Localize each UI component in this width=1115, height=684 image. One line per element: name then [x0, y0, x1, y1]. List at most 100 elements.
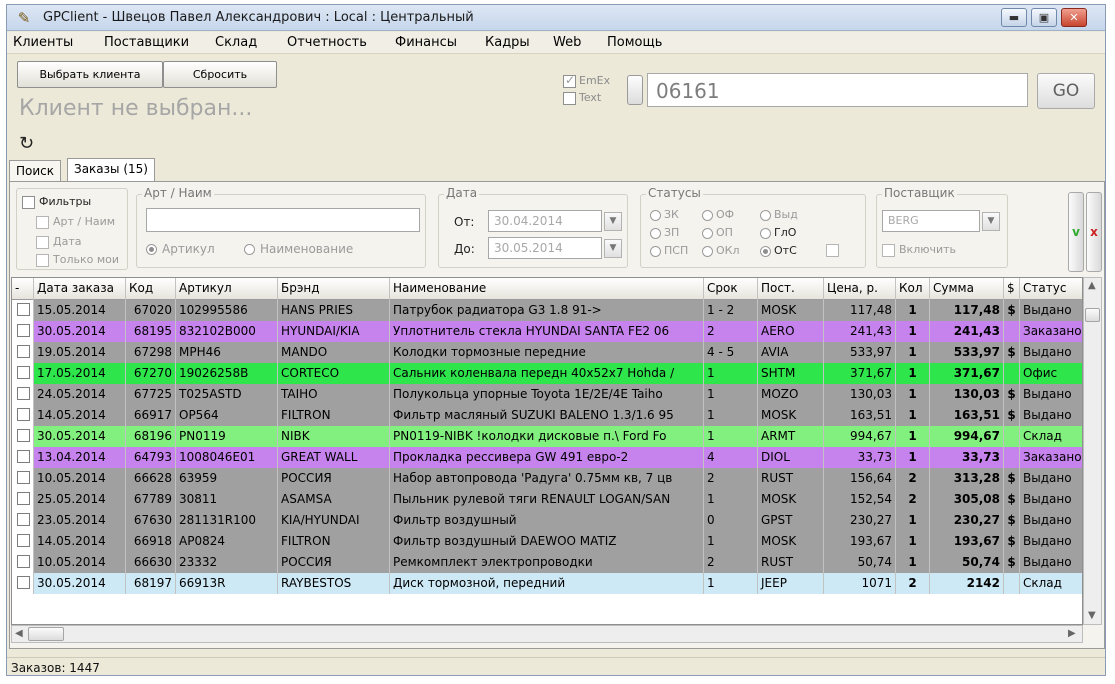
art-name-checkbox[interactable] [36, 216, 49, 229]
status-ots-radio[interactable] [760, 246, 771, 257]
table-row[interactable]: 10.05.2014 66630 23332 РОССИЯ Ремкомплект эл… [12, 552, 1082, 573]
menu-suppliers[interactable]: Поставщики [104, 35, 189, 50]
select-client-button[interactable]: Выбрать клиента [17, 61, 163, 88]
supplier-dropdown-icon[interactable]: ▼ [982, 212, 1000, 231]
menu-reports[interactable]: Отчетность [287, 35, 367, 50]
status-of-radio[interactable] [702, 210, 713, 221]
grid-horizontal-scrollbar[interactable]: ◀ ▶ [11, 625, 1083, 643]
table-row[interactable]: 17.05.2014 67270 19026258B CORTECO Сальник к… [12, 363, 1082, 384]
row-checkbox[interactable] [17, 429, 30, 442]
menu-web[interactable]: Web [553, 35, 581, 50]
emex-checkbox[interactable] [563, 73, 576, 88]
menu-help[interactable]: Помощь [607, 35, 662, 50]
filters-checkbox[interactable] [22, 196, 35, 209]
reset-button[interactable]: Сбросить [163, 61, 277, 88]
date-to-dropdown-icon[interactable]: ▼ [604, 239, 622, 258]
table-row[interactable]: 10.05.2014 66628 63959 РОССИЯ Набор автопров… [12, 468, 1082, 489]
status-op-radio[interactable] [702, 228, 713, 239]
search-input[interactable]: 06161 [647, 73, 1028, 107]
tab-orders[interactable]: Заказы (15) [67, 158, 155, 182]
row-checkbox[interactable] [17, 450, 30, 463]
name-radio[interactable] [244, 244, 255, 255]
status-okl-radio[interactable] [702, 246, 713, 257]
col-supplier[interactable]: Пост. [758, 278, 824, 300]
date-checkbox[interactable] [36, 236, 49, 249]
col-select[interactable]: - [12, 278, 34, 300]
menu-clients[interactable]: Клиенты [13, 35, 73, 50]
supplier-select[interactable]: BERG [882, 210, 980, 232]
status-glo-radio[interactable] [760, 228, 771, 239]
search-mode-toggle[interactable] [627, 75, 643, 105]
col-dollar[interactable]: $ [1004, 278, 1020, 300]
table-row[interactable]: 19.05.2014 67298 MPH46 MANDO Колодки тормозн… [12, 342, 1082, 363]
art-name-input[interactable] [146, 208, 420, 232]
col-article[interactable]: Артикул [176, 278, 278, 300]
date-from-input[interactable]: 30.04.2014 [488, 210, 602, 232]
vertical-scroll-thumb[interactable] [1085, 308, 1100, 322]
table-row[interactable]: 25.05.2014 67789 30811 ASAMSA Пыльник рулево… [12, 489, 1082, 510]
row-checkbox[interactable] [17, 471, 30, 484]
col-term[interactable]: Срок [704, 278, 758, 300]
table-row[interactable]: 24.05.2014 67725 T025ASTD TAIHO Полукольца у… [12, 384, 1082, 405]
cell-term: 1 [704, 573, 758, 594]
row-checkbox[interactable] [17, 303, 30, 316]
row-checkbox[interactable] [17, 324, 30, 337]
scroll-left-icon[interactable]: ◀ [15, 628, 23, 639]
status-extra-checkbox[interactable] [826, 244, 839, 257]
scroll-right-icon[interactable]: ▶ [1068, 628, 1076, 639]
col-qty[interactable]: Кол [896, 278, 930, 300]
table-row[interactable]: 30.05.2014 68197 66913R RAYBESTOS Диск тормо… [12, 573, 1082, 594]
horizontal-scroll-thumb[interactable] [28, 627, 64, 641]
row-checkbox[interactable] [17, 366, 30, 379]
row-checkbox[interactable] [17, 345, 30, 358]
apply-filter-button[interactable]: v [1068, 192, 1084, 272]
table-row[interactable]: 13.04.2014 64793 1008046E01 GREAT WALL Прокл… [12, 447, 1082, 468]
menu-finance[interactable]: Финансы [395, 35, 457, 50]
row-checkbox[interactable] [17, 555, 30, 568]
date-to-input[interactable]: 30.05.2014 [488, 237, 602, 259]
maximize-button[interactable]: ▣ [1031, 8, 1057, 27]
text-checkbox[interactable] [563, 92, 576, 105]
row-checkbox[interactable] [17, 492, 30, 505]
row-checkbox[interactable] [17, 513, 30, 526]
status-zk-radio[interactable] [650, 210, 661, 221]
only-mine-checkbox[interactable] [36, 254, 49, 267]
close-button[interactable]: ✕ [1061, 8, 1087, 27]
row-checkbox[interactable] [17, 534, 30, 547]
status-vyd-radio[interactable] [760, 210, 771, 221]
col-code[interactable]: Код [126, 278, 176, 300]
table-row[interactable]: 14.05.2014 66918 AP0824 FILTRON Фильтр возду… [12, 531, 1082, 552]
table-row[interactable]: 15.05.2014 67020 102995586 HANS PRIES Патруб… [12, 300, 1082, 321]
menu-staff[interactable]: Кадры [485, 35, 530, 50]
col-date[interactable]: Дата заказа [34, 278, 126, 300]
status-zp-radio[interactable] [650, 228, 661, 239]
tab-search[interactable]: Поиск [9, 160, 62, 182]
col-name[interactable]: Наименование [390, 278, 704, 300]
status-psp-radio[interactable] [650, 246, 661, 257]
row-checkbox[interactable] [17, 576, 30, 589]
col-status[interactable]: Статус [1020, 278, 1082, 300]
include-checkbox[interactable] [882, 244, 895, 257]
col-price[interactable]: Цена, р. [824, 278, 896, 300]
col-brand[interactable]: Брэнд [278, 278, 390, 300]
cell-code: 68195 [126, 321, 176, 342]
col-sum[interactable]: Сумма [930, 278, 1004, 300]
table-row[interactable]: 23.05.2014 67630 281131R100 KIA/HYUNDAI Филь… [12, 510, 1082, 531]
clear-filter-button[interactable]: x [1086, 192, 1102, 272]
minimize-button[interactable]: ▬ [1001, 8, 1027, 27]
go-button[interactable]: GO [1037, 73, 1095, 109]
table-row[interactable]: 30.05.2014 68195 832102B000 HYUNDAI/KIA Упло… [12, 321, 1082, 342]
scroll-down-icon[interactable]: ▼ [1088, 610, 1096, 621]
refresh-icon[interactable]: ↻ [19, 133, 34, 154]
cell-brand: RAYBESTOS [278, 573, 390, 594]
menu-warehouse[interactable]: Склад [215, 35, 257, 50]
date-from-dropdown-icon[interactable]: ▼ [604, 212, 622, 231]
table-row[interactable]: 14.05.2014 66917 OP564 FILTRON Фильтр маслян… [12, 405, 1082, 426]
article-radio[interactable] [146, 244, 157, 255]
table-row[interactable]: 30.05.2014 68196 PN0119 NIBK PN0119-NIBK !ко… [12, 426, 1082, 447]
grid-vertical-scrollbar[interactable]: ▲ ▼ [1083, 277, 1102, 625]
row-checkbox[interactable] [17, 387, 30, 400]
scroll-up-icon[interactable]: ▲ [1088, 280, 1096, 291]
cell-date: 25.05.2014 [34, 489, 126, 510]
row-checkbox[interactable] [17, 408, 30, 421]
